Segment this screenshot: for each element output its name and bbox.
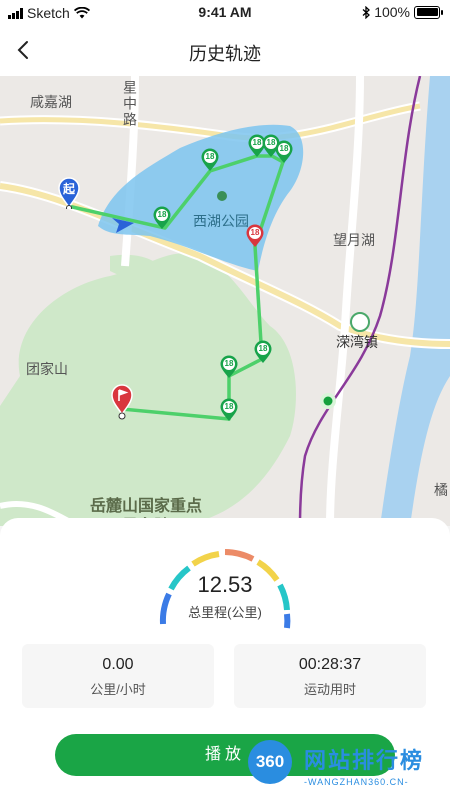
start-marker[interactable]: 起: [57, 177, 81, 209]
map-label: 星中路: [122, 80, 138, 128]
watermark: 360 网站排行榜 -WANGZHAN360.CN-: [248, 735, 448, 795]
map-label: 橘: [434, 482, 448, 498]
waypoint-label: 18: [258, 344, 268, 353]
map-view[interactable]: 18 18 18 18 18 18 18 18 18 起 咸嘉湖 星中路 西湖公园 望月湖 溁湾…: [0, 76, 450, 526]
watermark-url: -WANGZHAN360.CN-: [304, 777, 409, 787]
battery-percent: 100%: [374, 4, 410, 20]
waypoint-label: 18: [279, 144, 289, 153]
speed-value: 0.00: [102, 656, 134, 673]
map-canvas: [0, 76, 450, 526]
map-label: 西湖公园: [193, 213, 249, 229]
map-label: 咸嘉湖: [30, 94, 72, 110]
duration-label: 运动用时: [303, 682, 356, 697]
waypoint-pin[interactable]: 18: [200, 148, 220, 172]
waypoint-pin[interactable]: 18: [219, 355, 239, 379]
battery-icon: [414, 5, 443, 19]
distance-label: 总里程(公里): [188, 605, 262, 620]
waypoint-pin[interactable]: 18: [253, 340, 273, 364]
map-label: 团家山: [26, 361, 68, 377]
speed-card: 0.00 公里/小时: [22, 644, 214, 708]
duration-card: 00:28:37 运动用时: [234, 644, 426, 708]
waypoint-label: 18: [224, 402, 234, 411]
watermark-name: 网站排行榜: [304, 748, 425, 773]
waypoint-pin[interactable]: 18: [152, 206, 172, 230]
distance-value: 12.53: [197, 572, 253, 597]
speed-label: 公里/小时: [90, 682, 146, 697]
nav-bar: 历史轨迹: [0, 26, 450, 76]
metro-station-icon: [350, 312, 370, 332]
bluetooth-icon: [362, 5, 371, 19]
waypoint-pin[interactable]: 18: [219, 398, 239, 422]
map-label: 望月湖: [333, 232, 375, 248]
duration-value: 00:28:37: [298, 656, 362, 673]
waypoint-label: 18: [157, 210, 167, 219]
watermark-badge: 360: [248, 740, 292, 784]
waypoint-pin[interactable]: 18: [274, 140, 294, 164]
distance-gauge: 12.53 总里程(公里): [155, 542, 295, 630]
end-flag-marker[interactable]: [110, 384, 134, 420]
map-label: 溁湾镇: [336, 334, 378, 350]
waypoint-label: 18: [224, 359, 234, 368]
page-title: 历史轨迹: [189, 44, 261, 64]
status-bar: Sketch 9:41 AM 100%: [0, 0, 450, 26]
waypoint-label: 18: [205, 152, 215, 161]
